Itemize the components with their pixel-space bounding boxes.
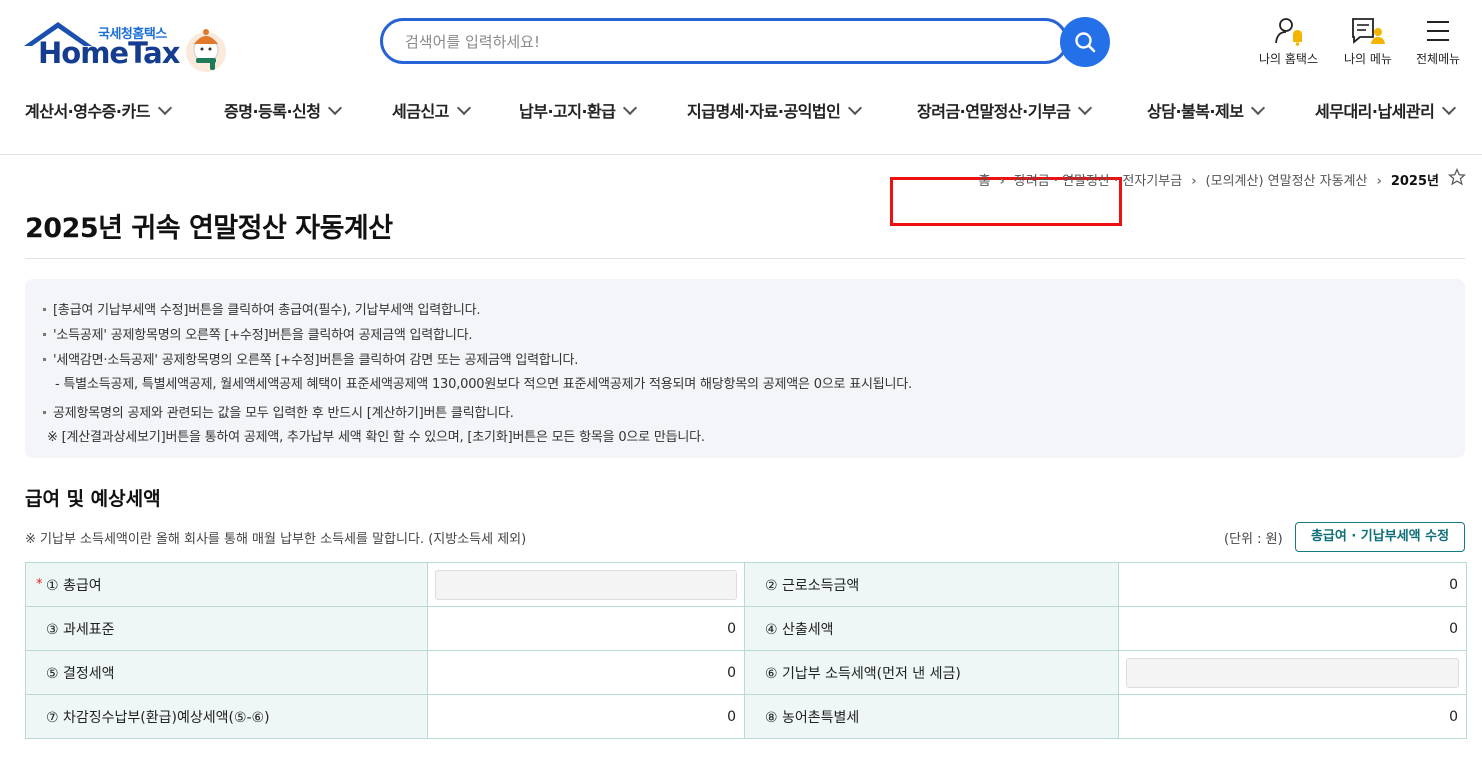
notice-line: '세액감면·소득공제' 공제항목명의 오른쪽 [+수정]버튼을 클릭하여 감면 … — [43, 349, 578, 368]
total-salary-input[interactable] — [427, 562, 745, 607]
search-input[interactable] — [403, 30, 1007, 54]
prepaid-tax-input[interactable] — [1118, 650, 1467, 695]
notice-remark: ※ [계산결과상세보기]버튼을 통하여 공제액, 추가납부 세액 확인 할 수 … — [47, 430, 705, 445]
bullet-icon — [43, 333, 46, 336]
bullet-icon — [43, 308, 46, 311]
search-icon — [1075, 32, 1096, 53]
earned-income-label: ② 근로소득금액 — [744, 562, 1119, 607]
tax-base-value: 0 — [427, 606, 745, 651]
all-menu-label: 전체메뉴 — [1416, 52, 1461, 66]
salary-tax-table: * ① 총급여 ② 근로소득금액 0 ③ 과세표준 0 ④ 산출세액 0 ⑤ 결정… — [25, 562, 1467, 739]
prepaid-tax-label: ⑥ 기납부 소득세액(먼저 낸 세금) — [744, 650, 1119, 695]
rural-special-tax-label: ⑧ 농어촌특별세 — [744, 694, 1119, 739]
computed-tax-value: 0 — [1118, 606, 1467, 651]
breadcrumb-home[interactable]: 홈 — [979, 174, 991, 189]
all-menu-button[interactable]: 전체메뉴 — [1416, 16, 1460, 67]
table-row: ③ 과세표준 0 ④ 산출세액 0 — [25, 606, 1467, 651]
hometax-logo[interactable]: 국세청홈택스 HomeTax — [24, 18, 234, 76]
notice-line: [총급여 기납부세액 수정]버튼을 클릭하여 총급여(필수), 기납부세액 입력… — [43, 299, 480, 318]
logo-title: HomeTax — [38, 36, 180, 70]
section-title: 급여 및 예상세액 — [25, 488, 161, 510]
bullet-icon — [43, 358, 46, 361]
expected-tax-value: 0 — [427, 694, 745, 739]
unit-label: (단위 : 원) — [1224, 532, 1283, 547]
notice-line: '소득공제' 공제항목명의 오른쪽 [+수정]버튼을 클릭하여 공제금액 입력합… — [43, 324, 472, 343]
edit-salary-tax-button[interactable]: 총급여 · 기납부세액 수정 — [1295, 522, 1465, 552]
page-title: 2025년 귀속 연말정산 자동계산 — [25, 213, 393, 244]
earned-income-value: 0 — [1118, 562, 1467, 607]
menu-user-icon — [1352, 18, 1385, 44]
bullet-icon — [43, 411, 46, 414]
breadcrumb-separator: › — [1376, 174, 1382, 189]
site-header: 국세청홈택스 HomeTax 나의 홈택스 — [0, 0, 1482, 226]
total-salary-label: * ① 총급여 — [25, 562, 428, 607]
search-button[interactable] — [1060, 17, 1110, 67]
section-note: ※ 기납부 소득세액이란 올해 회사를 통해 매월 납부한 소득세를 말합니다.… — [25, 532, 527, 547]
my-hometax-label: 나의 홈택스 — [1259, 52, 1319, 66]
notice-box: [총급여 기납부세액 수정]버튼을 클릭하여 총급여(필수), 기납부세액 입력… — [25, 279, 1465, 458]
title-divider — [25, 258, 1465, 259]
computed-tax-label: ④ 산출세액 — [744, 606, 1119, 651]
expected-tax-label: ⑦ 차감징수납부(환급)예상세액(⑤-⑥) — [25, 694, 428, 739]
table-row: * ① 총급여 ② 근로소득금액 0 — [25, 562, 1467, 607]
required-mark: * — [36, 577, 43, 592]
breadcrumb-current: 2025년 — [1390, 174, 1439, 189]
my-hometax-button[interactable]: 나의 홈택스 — [1259, 16, 1318, 67]
table-row: ⑤ 결정세액 0 ⑥ 기납부 소득세액(먼저 낸 세금) — [25, 650, 1467, 695]
favorite-star-icon[interactable] — [1448, 168, 1466, 186]
breadcrumb-level1[interactable]: 장려금 · 연말정산 · 전자기부금 — [1014, 174, 1182, 189]
table-row: ⑦ 차감징수납부(환급)예상세액(⑤-⑥) 0 ⑧ 농어촌특별세 0 — [25, 694, 1467, 739]
rural-special-tax-value: 0 — [1118, 694, 1467, 739]
search-box — [380, 18, 1068, 64]
breadcrumb-level2[interactable]: (모의계산) 연말정산 자동계산 — [1206, 174, 1368, 189]
breadcrumb-separator: › — [999, 174, 1005, 189]
notice-line: 공제항목명의 공제와 관련되는 값을 모두 입력한 후 반드시 [계산하기]버튼… — [43, 402, 514, 421]
determined-tax-value: 0 — [427, 650, 745, 695]
my-menu-label: 나의 메뉴 — [1344, 52, 1392, 66]
my-menu-button[interactable]: 나의 메뉴 — [1344, 16, 1392, 67]
mascot-icon — [186, 29, 226, 72]
breadcrumb-separator: › — [1191, 174, 1197, 189]
determined-tax-label: ⑤ 결정세액 — [25, 650, 428, 695]
breadcrumb: 홈 › 장려금 · 연말정산 · 전자기부금 › (모의계산) 연말정산 자동계산 › 20… — [976, 170, 1442, 189]
tax-base-label: ③ 과세표준 — [25, 606, 428, 651]
notice-subline: - 특별소득공제, 특별세액공제, 월세액세액공제 혜택이 표준세액공제액 13… — [55, 377, 912, 392]
hamburger-icon — [1427, 21, 1450, 41]
user-bell-icon — [1274, 18, 1302, 46]
